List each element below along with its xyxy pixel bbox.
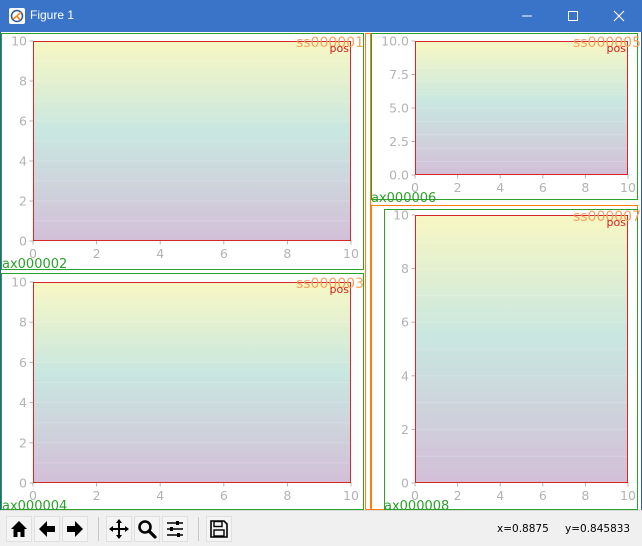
x-tick-label: 10 xyxy=(343,246,359,261)
pos-label: pos xyxy=(330,283,350,296)
axes-panel-ax000008[interactable]: 0 2 4 6 8 100246810 ss000007posax000008 xyxy=(384,208,641,511)
y-tick-label: 0 xyxy=(19,476,27,491)
axes-name-label: ax000008 xyxy=(384,499,449,510)
y-tick-label: 10.0 xyxy=(381,34,409,49)
y-tick-label: 4 xyxy=(19,395,27,410)
x-tick-label: 2 xyxy=(93,488,101,503)
sliders-icon xyxy=(167,521,183,537)
forward-arrow-icon xyxy=(67,521,83,537)
y-tick-label: 6 xyxy=(401,315,409,330)
minimize-button[interactable] xyxy=(504,0,550,32)
x-tick-label: 4 xyxy=(496,180,504,195)
pan-button[interactable] xyxy=(106,516,132,542)
x-tick-label: 8 xyxy=(581,180,589,195)
close-icon xyxy=(613,10,625,22)
pos-label: pos xyxy=(607,216,627,229)
axes-name-label: ax000002 xyxy=(2,257,67,272)
axes-panel-ax000004[interactable]: 0 2 4 6 8 100246810 ss000003posax000004 xyxy=(2,275,364,511)
x-tick-label: 6 xyxy=(220,488,228,503)
y-tick-label: 0 xyxy=(401,476,409,491)
x-tick-label: 4 xyxy=(156,246,164,261)
y-tick-label: 6 xyxy=(19,114,27,129)
x-tick-label: 10 xyxy=(620,488,636,503)
save-button[interactable] xyxy=(206,516,232,542)
minimize-icon xyxy=(522,15,532,17)
y-tick-label: 8 xyxy=(19,74,27,89)
y-tick-label: 0 xyxy=(19,234,27,249)
y-tick-label: 8 xyxy=(19,315,27,330)
x-tick-label: 2 xyxy=(454,180,462,195)
x-tick-label: 8 xyxy=(283,488,291,503)
axes-name-label: ax000004 xyxy=(2,499,67,510)
back-button[interactable] xyxy=(34,516,60,542)
maximize-icon xyxy=(568,11,578,21)
x-tick-label: 6 xyxy=(220,246,228,261)
maximize-button[interactable] xyxy=(550,0,596,32)
pos-label: pos xyxy=(330,42,350,55)
y-tick-label: 4 xyxy=(401,368,409,383)
y-tick-label: 2 xyxy=(19,194,27,209)
x-tick-label: 10 xyxy=(620,180,636,195)
y-tick-label: 5.0 xyxy=(389,101,409,116)
x-tick-label: 10 xyxy=(343,488,359,503)
configure-subplots-button[interactable] xyxy=(162,516,188,542)
x-tick-label: 6 xyxy=(539,180,547,195)
y-tick-label: 4 xyxy=(19,154,27,169)
save-icon xyxy=(210,520,228,538)
axes-panel-ax000006[interactable]: 0 2 4 6 8 100.02.55.07.510.0 ss000005posax0000… xyxy=(371,34,641,207)
x-tick-label: 2 xyxy=(454,488,462,503)
y-tick-label: 2.5 xyxy=(389,134,409,149)
x-tick-label: 4 xyxy=(156,488,164,503)
y-tick-label: 0.0 xyxy=(389,168,409,183)
zoom-icon xyxy=(138,520,157,539)
zoom-button[interactable] xyxy=(134,516,160,542)
y-tick-label: 10 xyxy=(11,34,27,49)
axes-panel-ax000002[interactable]: 0 2 4 6 8 100246810 ss000001posax000002 xyxy=(2,34,364,273)
navigation-toolbar: x=0.8875 y=0.845833 xyxy=(0,510,642,546)
toolbar-separator xyxy=(98,517,99,541)
x-tick-label: 2 xyxy=(93,246,101,261)
y-tick-label: 2 xyxy=(401,422,409,437)
x-tick-label: 4 xyxy=(496,488,504,503)
x-tick-label: 8 xyxy=(581,488,589,503)
close-button[interactable] xyxy=(596,0,642,32)
x-tick-label: 8 xyxy=(283,246,291,261)
figure-plot-area[interactable]: 0 2 4 6 8 100246810 ss000001posax0000020 2 4 6 8 10… xyxy=(0,32,642,510)
window-title: Figure 1 xyxy=(30,8,75,22)
axes-name-label: ax000006 xyxy=(371,191,436,206)
home-icon xyxy=(11,521,27,537)
y-tick-label: 6 xyxy=(19,355,27,370)
forward-button[interactable] xyxy=(62,516,88,542)
app-icon xyxy=(8,7,26,25)
toolbar-separator xyxy=(198,517,199,541)
subfigure-border xyxy=(365,33,371,510)
window-titlebar: Figure 1 xyxy=(0,0,642,32)
y-tick-label: 2 xyxy=(19,435,27,450)
x-coordinate-readout: x=0.8875 xyxy=(497,523,549,535)
move-icon xyxy=(109,519,129,539)
y-coordinate-readout: y=0.845833 xyxy=(565,523,631,535)
back-arrow-icon xyxy=(39,521,55,537)
y-tick-label: 8 xyxy=(401,261,409,276)
y-tick-label: 10 xyxy=(393,208,409,223)
y-tick-label: 7.5 xyxy=(389,67,409,82)
home-button[interactable] xyxy=(6,516,32,542)
y-tick-label: 10 xyxy=(11,275,27,290)
x-tick-label: 6 xyxy=(539,488,547,503)
pos-label: pos xyxy=(607,42,627,55)
